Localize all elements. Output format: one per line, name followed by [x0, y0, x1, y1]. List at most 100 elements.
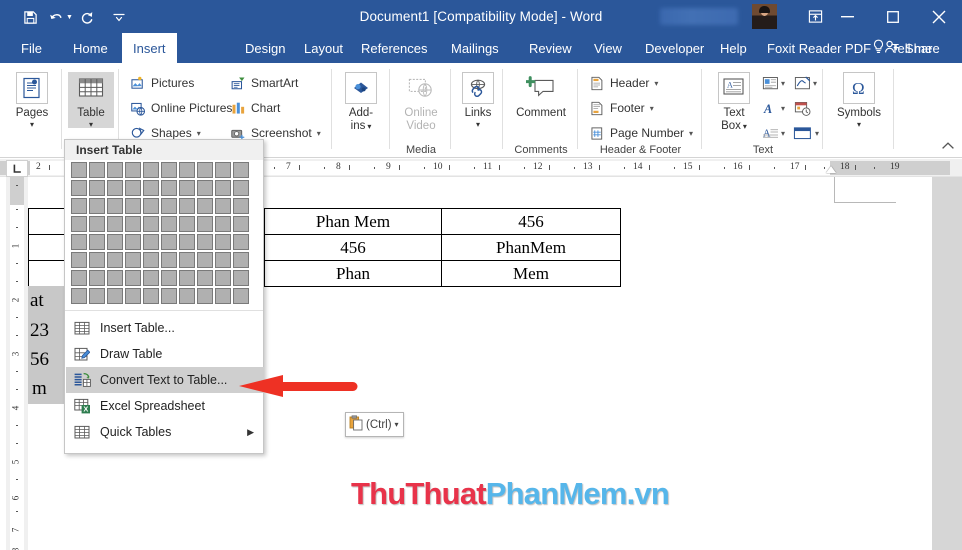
table-size-grid-row[interactable] [71, 162, 257, 178]
table-size-grid-cell[interactable] [197, 216, 213, 232]
table-size-grid-cell[interactable] [197, 180, 213, 196]
table-size-grid-cell[interactable] [107, 216, 123, 232]
tab-file[interactable]: File [10, 33, 53, 63]
date-time-icon[interactable] [792, 99, 813, 118]
table-size-grid-cell[interactable] [179, 288, 195, 304]
table-size-grid-cell[interactable] [71, 180, 87, 196]
table-size-grid-cell[interactable] [161, 216, 177, 232]
menu-item-quick-tables[interactable]: Quick Tables ▶ [66, 419, 264, 445]
table-size-grid-row[interactable] [71, 270, 257, 286]
share-button[interactable]: Share [884, 33, 940, 63]
tab-review[interactable]: Review [518, 33, 583, 63]
table-size-grid-cell[interactable] [215, 270, 231, 286]
add-ins-button[interactable]: Add- ins ▾ [339, 72, 383, 132]
table-size-grid-cell[interactable] [215, 234, 231, 250]
wordart-icon[interactable]: A [760, 99, 781, 118]
table-size-grid-cell[interactable] [71, 288, 87, 304]
table-size-grid-cell[interactable] [215, 162, 231, 178]
table-size-grid-cell[interactable] [143, 288, 159, 304]
left-tab-stop-icon[interactable] [6, 160, 28, 177]
vertical-ruler[interactable]: 1 2 3 4 5 6 7 8 [6, 177, 28, 550]
redo-icon[interactable] [75, 6, 99, 28]
table-size-grid-cell[interactable] [125, 270, 141, 286]
signature-line-caret-icon[interactable]: ▾ [813, 79, 817, 88]
pages-caret-icon[interactable]: ▾ [30, 120, 34, 128]
object-caret-icon[interactable]: ▾ [815, 129, 819, 138]
table-size-grid-row[interactable] [71, 252, 257, 268]
text-box-caret-icon[interactable]: ▾ [743, 122, 747, 130]
smartart-button[interactable]: SmartArt [230, 75, 298, 91]
undo-caret-icon[interactable]: ▼ [66, 14, 73, 21]
cell-r1-c2[interactable]: 456 [264, 234, 442, 261]
table-size-grid-row[interactable] [71, 234, 257, 250]
paste-options-button[interactable]: (Ctrl) ▾ [345, 412, 404, 437]
table-size-grid-cell[interactable] [233, 252, 249, 268]
links-caret-icon[interactable]: ▾ [476, 120, 480, 128]
screenshot-caret-icon[interactable]: ▾ [317, 129, 321, 138]
avatar[interactable] [752, 4, 777, 29]
tab-help[interactable]: Help [709, 33, 758, 63]
table-size-grid-cell[interactable] [161, 270, 177, 286]
table-size-grid[interactable] [71, 162, 257, 306]
table-size-grid-cell[interactable] [233, 288, 249, 304]
table-size-grid-cell[interactable] [107, 198, 123, 214]
table-size-grid-cell[interactable] [161, 180, 177, 196]
pictures-button[interactable]: Pictures [130, 75, 194, 91]
minimize-icon[interactable] [824, 0, 870, 33]
table-size-grid-cell[interactable] [89, 252, 105, 268]
table-size-grid-cell[interactable] [107, 288, 123, 304]
table-size-grid-cell[interactable] [71, 234, 87, 250]
table-button[interactable]: Table ▾ [68, 72, 114, 128]
insert-table-dropdown[interactable]: Insert Table Insert Table... Draw Table … [64, 139, 264, 454]
table-size-grid-cell[interactable] [125, 180, 141, 196]
table-size-grid-cell[interactable] [89, 270, 105, 286]
table-size-grid-cell[interactable] [89, 234, 105, 250]
table-size-grid-cell[interactable] [143, 162, 159, 178]
table-size-grid-cell[interactable] [197, 234, 213, 250]
object-icon[interactable] [792, 124, 813, 143]
table-size-grid-row[interactable] [71, 198, 257, 214]
table-size-grid-cell[interactable] [215, 288, 231, 304]
tab-design[interactable]: Design [234, 33, 296, 63]
chart-button[interactable]: Chart [230, 100, 280, 116]
table-size-grid-cell[interactable] [143, 216, 159, 232]
table-size-grid-cell[interactable] [197, 198, 213, 214]
maximize-icon[interactable] [870, 0, 916, 33]
table-size-grid-cell[interactable] [215, 252, 231, 268]
table-size-grid-cell[interactable] [179, 180, 195, 196]
add-ins-caret-icon[interactable]: ▾ [367, 122, 371, 130]
table-size-grid-cell[interactable] [161, 252, 177, 268]
table-size-grid-cell[interactable] [107, 270, 123, 286]
right-indent-marker[interactable] [826, 166, 836, 173]
table-size-grid-cell[interactable] [71, 252, 87, 268]
table-size-grid-cell[interactable] [89, 180, 105, 196]
table-size-grid-cell[interactable] [89, 216, 105, 232]
tab-foxit-reader-pdf[interactable]: Foxit Reader PDF [756, 33, 882, 63]
online-pictures-button[interactable]: Online Pictures [130, 100, 232, 116]
customize-qat-icon[interactable] [107, 6, 131, 28]
tab-mailings[interactable]: Mailings [440, 33, 510, 63]
table-size-grid-cell[interactable] [89, 198, 105, 214]
pages-button[interactable]: Pages ▾ [9, 72, 55, 128]
quick-parts-icon[interactable] [760, 74, 781, 93]
cell-r0-c3[interactable]: 456 [441, 208, 621, 235]
header-caret-icon[interactable]: ▾ [654, 79, 658, 88]
shapes-caret-icon[interactable]: ▾ [197, 129, 201, 138]
tab-layout[interactable]: Layout [293, 33, 354, 63]
table-size-grid-cell[interactable] [197, 252, 213, 268]
table-size-grid-cell[interactable] [125, 162, 141, 178]
cell-r1-c3[interactable]: PhanMem [441, 234, 621, 261]
drop-cap-icon[interactable]: A [760, 124, 781, 143]
tab-references[interactable]: References [350, 33, 438, 63]
table-size-grid-cell[interactable] [179, 216, 195, 232]
drop-cap-caret-icon[interactable]: ▾ [781, 129, 785, 138]
table-size-grid-cell[interactable] [215, 180, 231, 196]
cell-r0-c2[interactable]: Phan Mem [264, 208, 442, 235]
table-size-grid-cell[interactable] [107, 234, 123, 250]
collapse-ribbon-icon[interactable] [941, 140, 955, 154]
table-size-grid-cell[interactable] [179, 162, 195, 178]
tab-developer[interactable]: Developer [634, 33, 715, 63]
close-icon[interactable] [916, 0, 962, 33]
table-size-grid-cell[interactable] [125, 216, 141, 232]
table-size-grid-cell[interactable] [233, 270, 249, 286]
